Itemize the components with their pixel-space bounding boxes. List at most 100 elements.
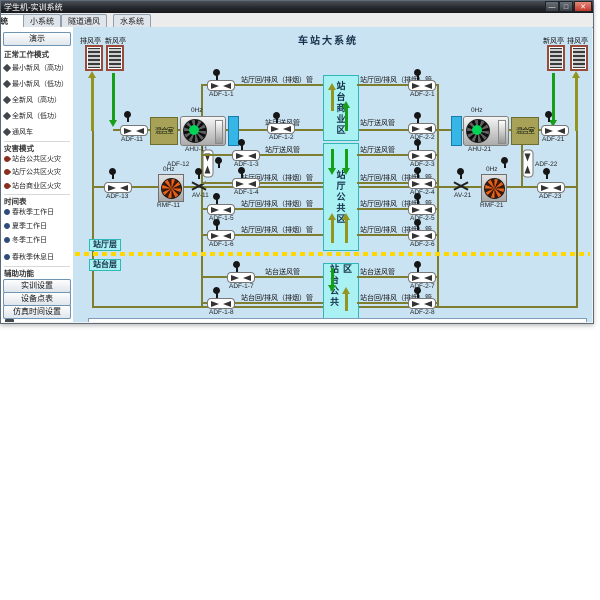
fan-wheel-icon bbox=[161, 178, 182, 199]
branch-damper[interactable] bbox=[227, 272, 255, 283]
mode-icon bbox=[3, 96, 11, 104]
exhaust-up-arrow bbox=[575, 75, 578, 131]
sensor-icon bbox=[273, 112, 280, 119]
duct-label: 站厅回/排风（排烟）管 bbox=[241, 199, 313, 209]
duct-line bbox=[576, 131, 578, 308]
branch-damper[interactable] bbox=[408, 178, 436, 189]
section-disaster-modes: 灾害模式 bbox=[4, 141, 70, 154]
mode-commercial-fire[interactable]: 站台商业区火灾 bbox=[4, 181, 61, 191]
tab-tunnel-vent[interactable]: 隧道通风 bbox=[61, 14, 107, 28]
branch-damper[interactable] bbox=[207, 80, 235, 91]
schedule-summer-workday[interactable]: 夏季工作日 bbox=[4, 221, 47, 231]
valve-av-21[interactable] bbox=[453, 181, 469, 191]
fire-icon bbox=[3, 168, 11, 176]
branch-damper[interactable] bbox=[408, 272, 436, 283]
tab-small-system[interactable]: 小系统 bbox=[23, 14, 61, 28]
branch-damper[interactable] bbox=[207, 298, 235, 309]
branch-damper[interactable] bbox=[408, 150, 436, 161]
branch-damper[interactable] bbox=[232, 178, 260, 189]
duct-label: 站台送风管 bbox=[265, 267, 300, 277]
fan-wheel-icon bbox=[484, 178, 505, 199]
sensor-icon bbox=[213, 219, 220, 226]
filter-icon bbox=[451, 116, 462, 146]
tab-big-system[interactable]: 大系统 bbox=[1, 14, 25, 28]
sensor-icon bbox=[238, 139, 245, 146]
fan-hub-icon bbox=[472, 125, 482, 135]
schedule-spring-autumn-workday[interactable]: 春秋季工作日 bbox=[4, 207, 54, 217]
supply-down-arrow bbox=[112, 73, 115, 123]
training-settings-button[interactable]: 实训设置 bbox=[3, 279, 71, 293]
mode-ventilation[interactable]: 通风车 bbox=[4, 127, 33, 137]
sensor-icon bbox=[414, 69, 421, 76]
sensor-icon bbox=[213, 69, 220, 76]
ahu-cap bbox=[215, 120, 223, 144]
title-bar: 学生机-实训系统 — □ ✕ bbox=[1, 1, 593, 13]
fire-icon bbox=[3, 182, 11, 190]
zone-supply-arrow bbox=[345, 149, 348, 171]
sensor-icon bbox=[501, 157, 508, 164]
branch-damper[interactable] bbox=[408, 298, 436, 309]
mode-platform-fire[interactable]: 站台公共区火灾 bbox=[4, 154, 61, 164]
branch-damper[interactable] bbox=[207, 230, 235, 241]
close-button[interactable]: ✕ bbox=[574, 1, 592, 12]
branch-duct bbox=[201, 154, 323, 156]
duct-label: 站厅送风管 bbox=[265, 145, 300, 155]
damper-label: ADF-22 bbox=[535, 161, 557, 168]
tab-water-system[interactable]: 水系统 bbox=[113, 14, 151, 28]
branch-damper[interactable] bbox=[408, 204, 436, 215]
zone-supply-arrow bbox=[345, 105, 348, 131]
mode-min-fresh-low[interactable]: 最小新风（低功） bbox=[4, 79, 68, 89]
mode-min-fresh-high[interactable]: 最小新风（高功） bbox=[4, 63, 68, 73]
schedule-spring-autumn-restday[interactable]: 春秋季休息日 bbox=[4, 252, 54, 262]
ahu-unit[interactable] bbox=[463, 116, 509, 146]
sensor-icon bbox=[414, 167, 421, 174]
duct-label: 站厅回/排风（排烟）管 bbox=[241, 75, 313, 85]
fresh-air-pavilion-icon bbox=[547, 45, 565, 71]
sim-time-settings-button[interactable]: 仿真时间设置 bbox=[3, 305, 71, 319]
duct-label: 站台回/排风（排烟）管 bbox=[241, 293, 313, 303]
return-fan[interactable] bbox=[481, 174, 507, 202]
fan-frequency: 0Hz bbox=[163, 166, 175, 173]
damper-adf-13[interactable] bbox=[104, 182, 132, 193]
ahu-unit[interactable] bbox=[180, 116, 226, 146]
branch-damper[interactable] bbox=[207, 204, 235, 215]
device-points-button[interactable]: 设备点表 bbox=[3, 292, 71, 306]
sidebar: 演示 正常工作模式 最小新风（高功） 最小新风（低功） 全新风（高功） 全新风（… bbox=[1, 27, 74, 322]
damper-label: ADF-1-7 bbox=[229, 283, 254, 290]
schedule-icon bbox=[3, 208, 11, 216]
branch-damper[interactable] bbox=[408, 230, 436, 241]
ahu-label: AHU-21 bbox=[468, 146, 491, 153]
exhaust-up-arrow bbox=[91, 75, 94, 131]
mixing-chamber: 混合室 bbox=[511, 117, 539, 145]
duct-label: 站厅回/排风（排烟）管 bbox=[241, 225, 313, 235]
minimize-button[interactable]: — bbox=[545, 1, 559, 12]
branch-damper[interactable] bbox=[408, 123, 436, 134]
damper-label: ADF-1-3 bbox=[234, 161, 259, 168]
demo-button[interactable]: 演示 bbox=[3, 32, 71, 46]
mode-hall-fire[interactable]: 站厅公共区火灾 bbox=[4, 167, 61, 177]
damper-adf-22[interactable] bbox=[523, 150, 534, 178]
clipped-item-icon bbox=[5, 319, 14, 322]
damper-adf-21[interactable] bbox=[541, 125, 569, 136]
damper-adf-11[interactable] bbox=[120, 125, 148, 136]
screen: 学生机-实训系统 — □ ✕ 大系统 小系统 隧道通风 水系统 演示 正常工作模… bbox=[0, 0, 600, 600]
branch-damper[interactable] bbox=[232, 150, 260, 161]
schedule-winter-workday[interactable]: 冬季工作日 bbox=[4, 235, 47, 245]
damper-adf-23[interactable] bbox=[537, 182, 565, 193]
sensor-icon bbox=[215, 157, 222, 164]
damper-label: ADF-2-3 bbox=[410, 161, 435, 168]
mode-all-fresh-high[interactable]: 全新风（高功） bbox=[4, 95, 61, 105]
ahu-frequency: 0Hz bbox=[471, 107, 483, 114]
branch-damper[interactable] bbox=[408, 80, 436, 91]
fresh-air-pavilion-icon bbox=[106, 45, 124, 71]
zone-supply-arrow bbox=[331, 149, 334, 171]
event-log[interactable]: 2015/10/20 16:43:33: 初始化完成！ bbox=[88, 318, 587, 322]
maximize-button[interactable]: □ bbox=[559, 1, 573, 12]
fan-label: RMF-21 bbox=[480, 202, 503, 209]
return-fan[interactable] bbox=[158, 174, 184, 202]
mode-all-fresh-low[interactable]: 全新风（低功） bbox=[4, 111, 61, 121]
ahu-frequency: 0Hz bbox=[191, 107, 203, 114]
supply-down-arrow bbox=[552, 73, 555, 123]
branch-damper[interactable] bbox=[267, 123, 295, 134]
section-schedule: 时间表 bbox=[4, 194, 70, 207]
